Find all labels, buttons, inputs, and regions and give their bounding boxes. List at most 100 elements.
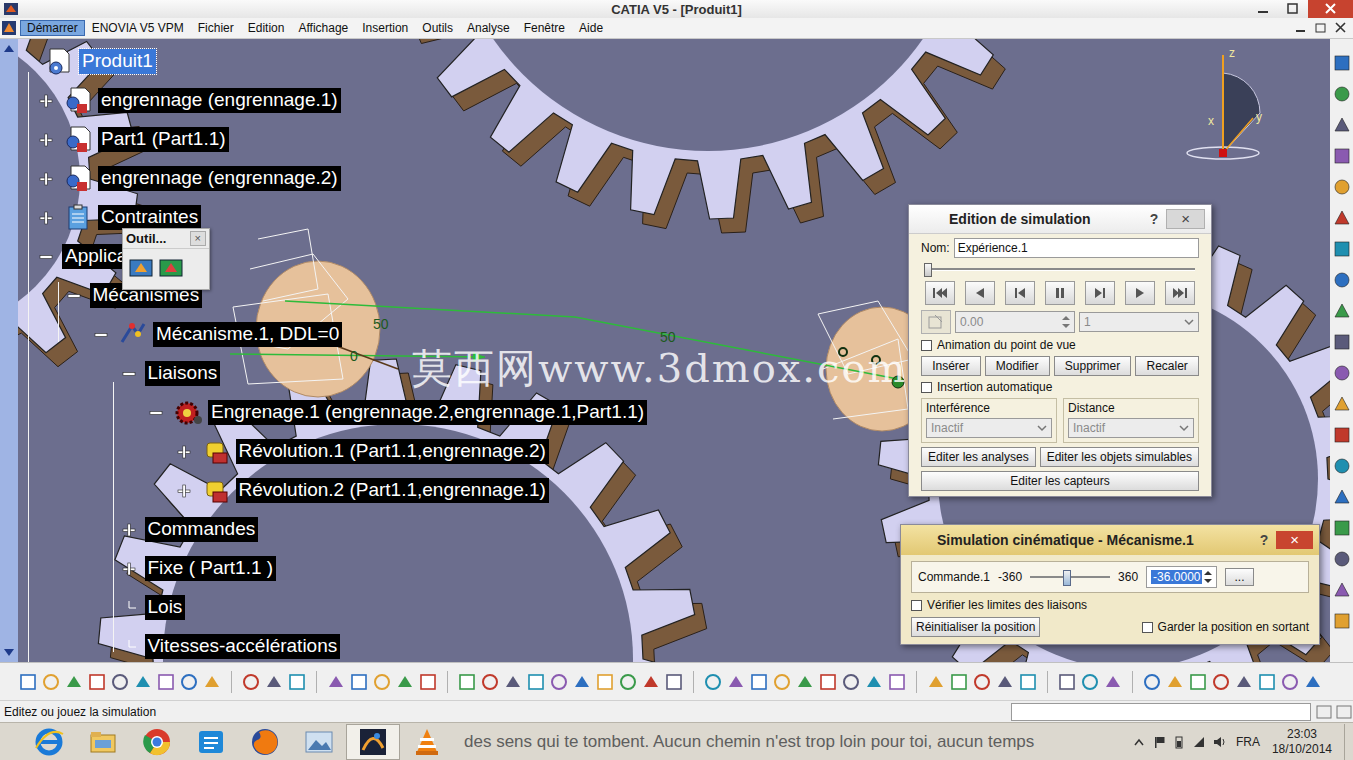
menu-item[interactable]: Aide [572, 20, 610, 36]
sensors-button[interactable]: Editer les capteurs [921, 471, 1199, 491]
expand-icon[interactable] [122, 562, 136, 576]
tool-icon[interactable] [395, 672, 415, 692]
tool-icon[interactable] [1332, 487, 1352, 507]
tool-icon[interactable] [864, 672, 884, 692]
tree-item-label[interactable]: Mécanisme.1, DDL=0 [153, 322, 342, 347]
taskbar-app[interactable] [346, 724, 400, 760]
tree-item[interactable]: Contraintes [20, 198, 647, 237]
auto-insert-checkbox[interactable]: Insertion automatique [921, 380, 1199, 394]
tree-item-label[interactable]: Commandes [145, 517, 259, 542]
tool-icon[interactable] [41, 672, 61, 692]
tool-icon[interactable] [1103, 672, 1123, 692]
tool-icon[interactable] [202, 672, 222, 692]
taskbar-app[interactable] [22, 724, 76, 760]
tree-item[interactable]: engrennage (engrennage.2) [20, 159, 647, 198]
tool-icon[interactable] [264, 672, 284, 692]
tool-icon[interactable] [1332, 270, 1352, 290]
tree-item[interactable]: Produit1 [20, 42, 647, 81]
tool-icon[interactable] [1332, 53, 1352, 73]
tree-item[interactable]: Vitesses-accélérations [20, 627, 647, 662]
tool-icon[interactable] [1234, 672, 1254, 692]
action-button[interactable]: Insérer [921, 356, 981, 376]
menu-item[interactable]: Edition [241, 20, 292, 36]
tree-item-label[interactable]: Révolution.1 (Part1.1,engrennage.2) [236, 439, 549, 464]
tree-item-label[interactable]: Liaisons [145, 361, 221, 386]
tool-icon[interactable] [349, 672, 369, 692]
show-desktop-button[interactable] [1344, 724, 1353, 760]
tool-icon[interactable] [887, 672, 907, 692]
tool-icon[interactable] [372, 672, 392, 692]
name-field[interactable]: Expérience.1 [954, 238, 1199, 258]
menu-item[interactable]: ENOVIA V5 VPM [85, 20, 191, 36]
reset-position-button[interactable]: Réinitialiser la position [911, 617, 1040, 637]
tree-item[interactable]: Fixe ( Part1.1 ) [20, 549, 647, 588]
taskbar-app[interactable] [76, 724, 130, 760]
clock[interactable]: 23:03 18/10/2014 [1266, 727, 1338, 757]
tree-item[interactable]: Lois [20, 588, 647, 627]
command-slider[interactable] [1030, 569, 1110, 585]
tree-item-label[interactable]: Engrenage.1 (engrennage.2,engrennage.1,P… [208, 400, 647, 425]
input-language[interactable]: FRA [1236, 735, 1260, 749]
expand-icon[interactable] [39, 211, 53, 225]
player-button[interactable] [925, 281, 955, 305]
tool-icon[interactable] [526, 672, 546, 692]
tree-item-label[interactable]: Produit1 [79, 49, 156, 74]
tool-icon[interactable] [1332, 332, 1352, 352]
dialog-title-bar[interactable]: Edition de simulation ? × [909, 205, 1211, 234]
scroll-down-icon[interactable] [0, 646, 18, 660]
expand-icon[interactable] [177, 484, 191, 498]
tool-icon[interactable] [1142, 672, 1162, 692]
player-button[interactable] [1005, 281, 1035, 305]
tree-item-label[interactable]: Contraintes [98, 205, 201, 230]
tool-icon[interactable] [1332, 363, 1352, 383]
tree-item[interactable]: Part1 (Part1.1) [20, 120, 647, 159]
tool-icon[interactable] [457, 672, 477, 692]
menu-item[interactable]: Outils [415, 20, 460, 36]
timeline-slider[interactable] [925, 262, 1195, 276]
keep-position-checkbox[interactable]: Garder la position en sortant [1142, 620, 1309, 634]
taskbar-app[interactable] [400, 724, 454, 760]
close-icon[interactable] [1308, 0, 1353, 18]
volume-icon[interactable] [1212, 735, 1226, 749]
tool-icon[interactable] [1280, 672, 1300, 692]
scroll-up-icon[interactable] [0, 41, 18, 55]
tool-icon[interactable] [1080, 672, 1100, 692]
tool-icon[interactable] [1332, 177, 1352, 197]
taskbar-app[interactable] [292, 724, 346, 760]
tree-item[interactable]: Liaisons [20, 354, 647, 393]
tool-icon[interactable] [1332, 611, 1352, 631]
tool-icon[interactable] [503, 672, 523, 692]
tree-item[interactable]: Commandes [20, 510, 647, 549]
expand-icon[interactable] [39, 172, 53, 186]
menu-item[interactable]: Fenêtre [517, 20, 572, 36]
document-close-icon[interactable] [1331, 20, 1351, 36]
close-button[interactable]: × [1276, 531, 1313, 549]
tool-icon[interactable] [549, 672, 569, 692]
timeline-thumb[interactable] [924, 263, 932, 277]
simulation-edit-icon[interactable] [159, 257, 183, 279]
menu-item[interactable]: Insertion [355, 20, 415, 36]
tool-icon[interactable] [949, 672, 969, 692]
tool-icon[interactable] [1332, 518, 1352, 538]
tool-icon[interactable] [1018, 672, 1038, 692]
battery-icon[interactable] [1172, 735, 1186, 749]
tool-icon[interactable] [480, 672, 500, 692]
tool-icon[interactable] [772, 672, 792, 692]
show-hidden-icon[interactable] [1132, 735, 1146, 749]
tree-item-label[interactable]: Vitesses-accélérations [145, 634, 341, 659]
tool-icon[interactable] [595, 672, 615, 692]
tool-icon[interactable] [1332, 456, 1352, 476]
collapse-icon[interactable] [39, 250, 53, 264]
collapse-icon[interactable] [149, 406, 163, 420]
tool-icon[interactable] [818, 672, 838, 692]
tool-icon[interactable] [1332, 208, 1352, 228]
tool-icon[interactable] [287, 672, 307, 692]
taskbar-app[interactable] [130, 724, 184, 760]
menu-item[interactable]: Analyse [460, 20, 517, 36]
tool-icon[interactable] [641, 672, 661, 692]
compass-icon[interactable]: zxy [1168, 43, 1268, 168]
more-button[interactable]: ... [1225, 568, 1253, 586]
tool-icon[interactable] [726, 672, 746, 692]
tool-icon[interactable] [1257, 672, 1277, 692]
command-input[interactable] [1011, 703, 1311, 721]
